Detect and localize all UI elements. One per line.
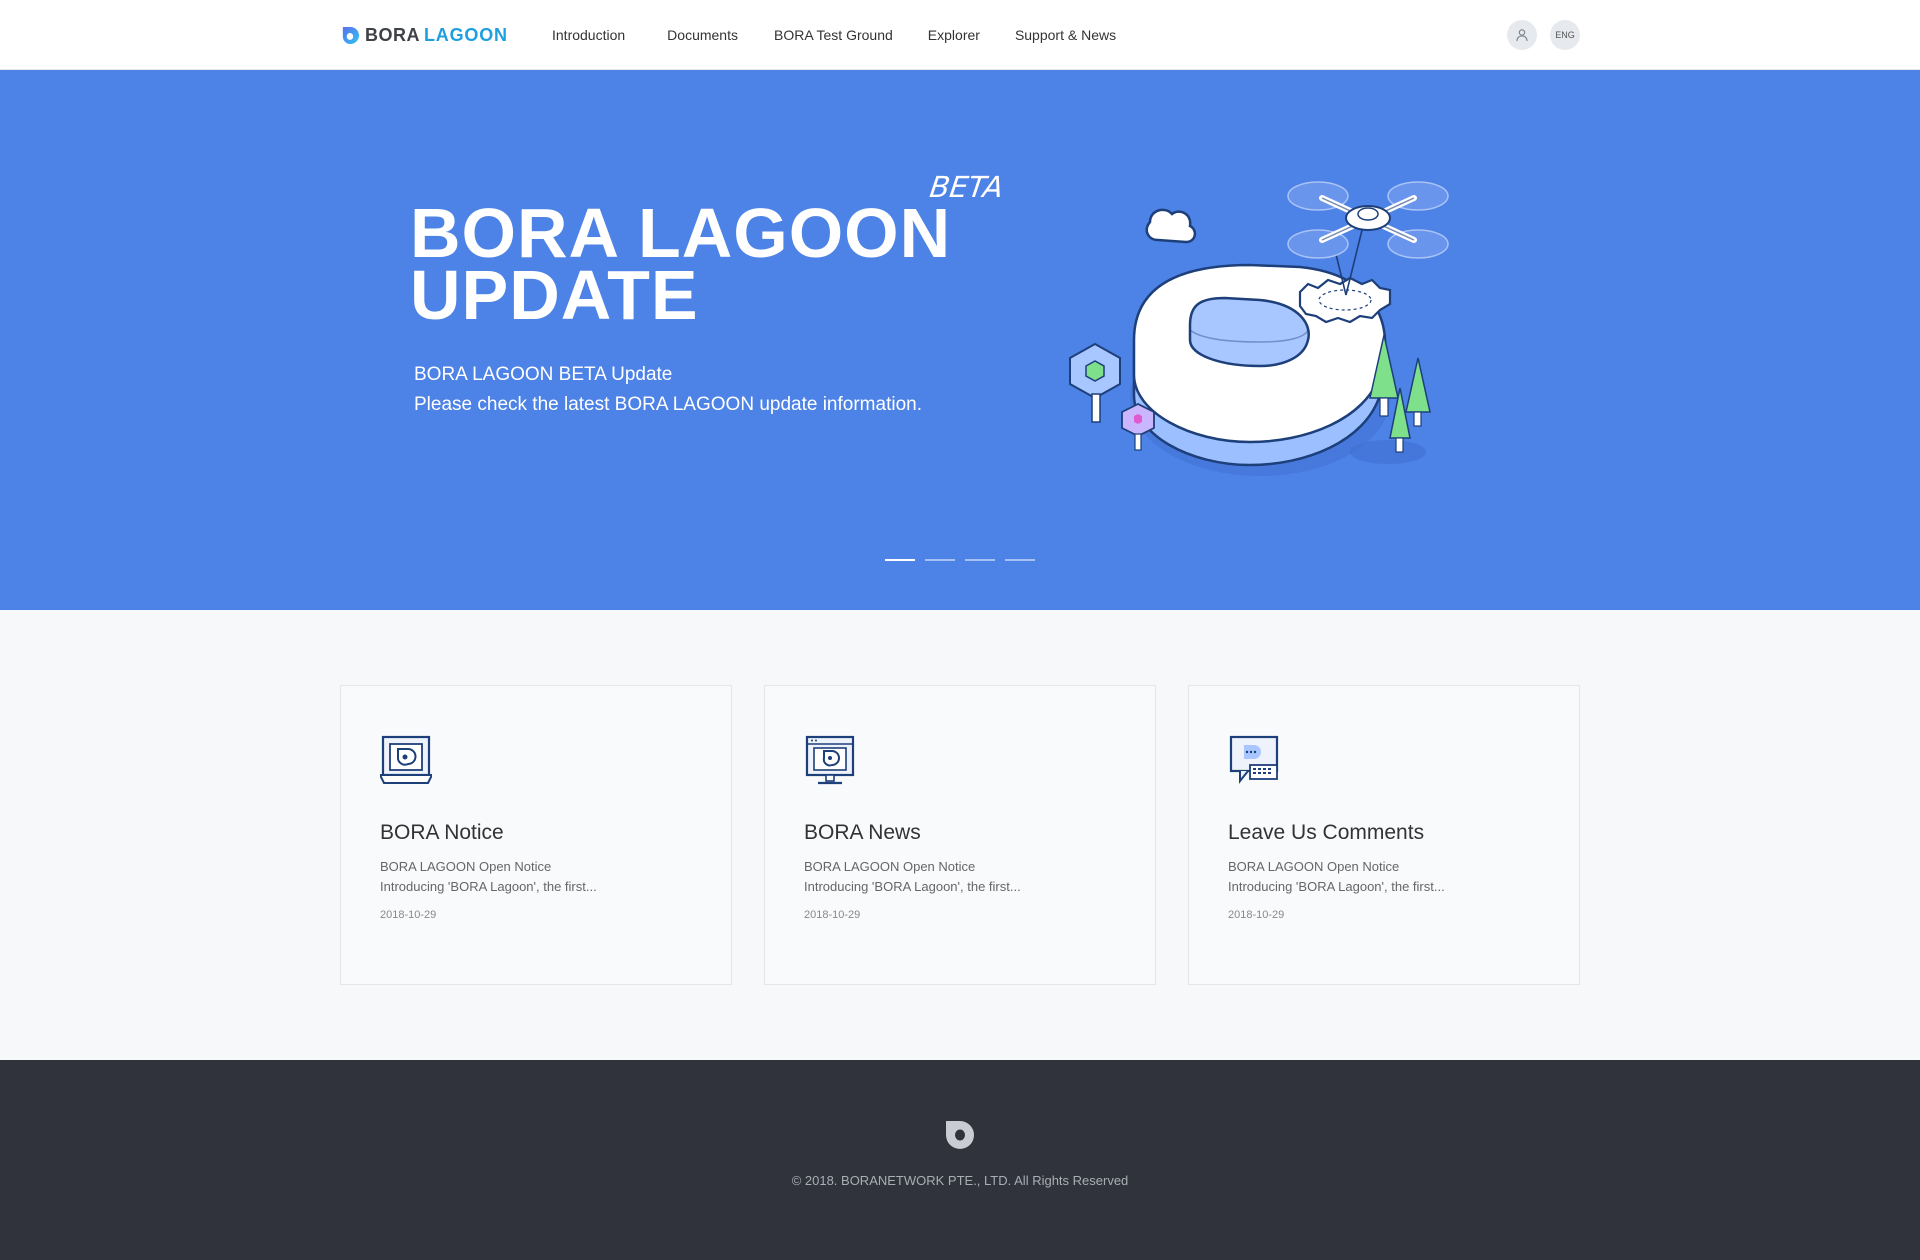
main-nav: Introduction Documents BORA Test Ground … — [552, 0, 1116, 70]
card-title: BORA Notice — [380, 821, 504, 844]
card-summary-line2: Introducing 'BORA Lagoon', the first... — [1228, 879, 1445, 894]
card-date: 2018-10-29 — [380, 909, 437, 921]
site-footer: © 2018. BORANETWORK PTE., LTD. All Right… — [0, 1060, 1920, 1260]
card-leave-comments[interactable]: Leave Us Comments BORA LAGOON Open Notic… — [1188, 685, 1580, 985]
card-bora-news[interactable]: BORA News BORA LAGOON Open Notice Introd… — [764, 685, 1156, 985]
comments-icon — [1229, 735, 1279, 784]
language-button[interactable]: ENG — [1550, 20, 1580, 50]
hero-subtitle: BORA LAGOON BETA Update Please check the… — [414, 360, 922, 420]
footer-copyright: © 2018. BORANETWORK PTE., LTD. All Right… — [791, 1173, 1129, 1188]
cube-icon — [1069, 342, 1121, 423]
logo-text-bora: BORA — [365, 24, 420, 45]
nav-bora-test-ground[interactable]: BORA Test Ground — [774, 27, 893, 43]
nav-introduction[interactable]: Introduction — [552, 27, 625, 43]
slide-dot-2[interactable] — [925, 559, 955, 561]
slide-dot-4[interactable] — [1005, 559, 1035, 561]
card-title: Leave Us Comments — [1228, 821, 1425, 844]
site-header: BORA LAGOON Introduction Documents BORA … — [0, 0, 1920, 70]
bora-footer-logo-icon — [946, 1121, 974, 1149]
user-button[interactable] — [1507, 20, 1537, 50]
hero-title: BORA LAGOON UPDATE — [410, 194, 952, 334]
hero-illustration — [1069, 181, 1449, 476]
card-summary-line2: Introducing 'BORA Lagoon', the first... — [804, 879, 1021, 894]
card-summary-line1: BORA LAGOON Open Notice — [1228, 859, 1400, 874]
bora-logo-icon — [342, 26, 359, 44]
small-cube-icon — [1121, 402, 1155, 451]
cloud-icon — [1145, 208, 1197, 244]
user-icon — [1516, 29, 1528, 42]
slide-dot-1[interactable] — [885, 559, 915, 561]
card-title: BORA News — [804, 821, 921, 844]
logo-text-lagoon: LAGOON — [424, 24, 508, 45]
card-bora-notice[interactable]: BORA Notice BORA LAGOON Open Notice Intr… — [340, 685, 732, 985]
card-date: 2018-10-29 — [1228, 909, 1285, 921]
nav-support-news[interactable]: Support & News — [1015, 27, 1116, 43]
drone-icon — [1287, 181, 1449, 259]
hero-title-line1: BORA LAGOON — [410, 194, 952, 272]
nav-explorer[interactable]: Explorer — [928, 27, 980, 43]
bora-lagoon-logo[interactable]: BORA LAGOON — [340, 23, 508, 47]
card-summary-line2: Introducing 'BORA Lagoon', the first... — [380, 879, 597, 894]
hero-subtitle-line2: Please check the latest BORA LAGOON upda… — [414, 394, 922, 415]
card-summary-line1: BORA LAGOON Open Notice — [804, 859, 976, 874]
hero-banner: BETA BORA LAGOON UPDATE BORA LAGOON BETA… — [0, 70, 1920, 610]
card-date: 2018-10-29 — [804, 909, 861, 921]
info-cards: BORA Notice BORA LAGOON Open Notice Intr… — [340, 685, 1580, 985]
notice-icon — [380, 735, 432, 784]
slide-dot-3[interactable] — [965, 559, 995, 561]
hero-subtitle-line1: BORA LAGOON BETA Update — [414, 364, 673, 385]
nav-documents[interactable]: Documents — [667, 27, 738, 43]
card-summary-line1: BORA LAGOON Open Notice — [380, 859, 552, 874]
hero-title-line2: UPDATE — [410, 256, 699, 334]
news-icon — [805, 735, 855, 785]
hero-slide-indicator — [885, 559, 1045, 561]
